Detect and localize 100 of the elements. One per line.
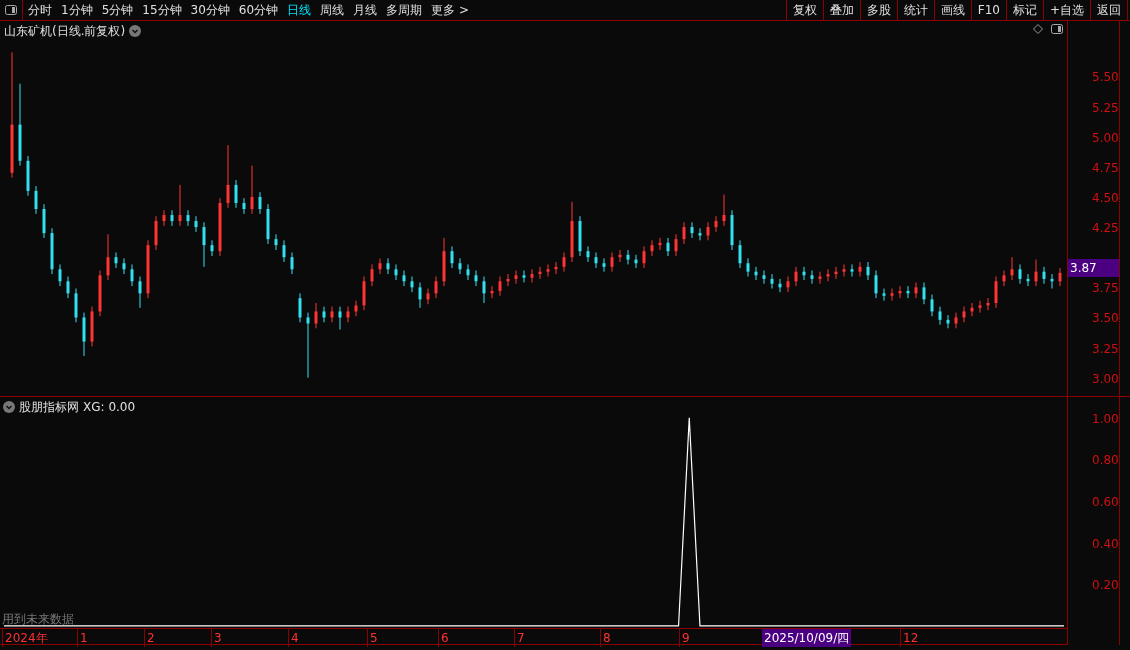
period-tab[interactable]: 1分钟 [61,1,93,19]
candlestick [522,269,526,284]
period-tab[interactable]: 多周期 [386,1,423,19]
candlestick [186,209,190,227]
candlestick [482,275,486,304]
period-tab[interactable]: 30分钟 [190,1,230,19]
candlestick [746,257,750,277]
indicator-axis-label: 1.00 [1092,410,1119,428]
candlestick [434,275,438,299]
candlestick [922,282,926,305]
toolbar-button[interactable]: 多股 [859,0,897,20]
panel-toggle-icon[interactable] [1051,24,1063,34]
candlestick [874,269,878,299]
candlestick [794,266,798,287]
candlestick [346,306,350,323]
period-tab[interactable]: 分时 [28,1,52,19]
price-axis-label: 3.50 [1092,310,1119,328]
toolbar-button[interactable]: 画线 [933,0,971,20]
toolbar-button[interactable]: 复权 [785,0,823,20]
candlestick [850,263,854,277]
indicator-axis-label: 0.60 [1092,494,1119,512]
candlestick [474,269,478,287]
candlestick [210,239,214,257]
dropdown-icon[interactable] [3,401,15,413]
candlestick [410,275,414,293]
date-axis-label: 6 [438,629,449,647]
period-tab[interactable]: 60分钟 [238,1,279,19]
toolbar-button[interactable]: F10 [970,0,1006,20]
candlestick [626,249,630,265]
candlestick [530,268,534,284]
candlestick [674,233,678,257]
candlestick [458,257,462,275]
price-axis-label: 5.50 [1092,69,1119,87]
date-axis-label: 2024年 [2,629,48,647]
toolbar-button[interactable]: 叠加 [822,0,860,20]
candlestick [1042,266,1046,285]
period-tab[interactable]: 月线 [353,1,378,19]
candlestick [314,302,318,329]
dropdown-icon[interactable] [129,25,142,37]
diamond-icon[interactable] [1033,24,1043,34]
candlestick [34,185,38,215]
candlestick [370,263,374,287]
candlestick [666,237,670,257]
candlestick [202,221,206,268]
candlestick [298,292,302,323]
date-axis-label: 5 [367,629,378,647]
candlestick [258,191,262,215]
candlestick [938,306,942,326]
period-tab[interactable]: 日线 [287,1,312,19]
date-axis-label: 8 [600,629,611,647]
indicator-axis-label: 0.80 [1092,452,1119,470]
candlestick [226,144,230,209]
date-axis-label: 2 [144,629,155,647]
candlestick [762,269,766,285]
candlestick [1034,259,1038,287]
date-axis-label: 3 [211,629,222,647]
candlestick [274,233,278,251]
candlestick [122,257,126,275]
candlestick [378,257,382,275]
candlestick [930,294,934,317]
candlestick [290,251,294,275]
candlestick [426,288,430,305]
indicator-title: 股朋指标网 [19,399,79,416]
candlestick [106,233,110,281]
date-axis-label: 12 [900,629,919,647]
candlestick [1010,256,1014,281]
date-axis-label: 1 [77,629,88,647]
toolbar-button[interactable]: 标记 [1005,0,1043,20]
candlestick [354,300,358,317]
price-axis-label: 4.25 [1092,220,1119,238]
toolbar-button[interactable]: 返回 [1090,0,1127,20]
date-axis-label: 2025/10/09/四 [762,629,852,647]
toolbar-button[interactable]: 统计 [896,0,934,20]
period-tab[interactable]: 更多 > [431,1,469,19]
period-tab[interactable]: 5分钟 [101,1,134,19]
toolbar-button[interactable]: +自选 [1042,0,1090,20]
candlestick [66,275,70,299]
candlestick [882,288,886,302]
period-tab[interactable]: 15分钟 [142,1,182,19]
candlestick [994,275,998,309]
series-reading: : 0.00 [100,399,136,416]
candlestick [1058,267,1062,287]
candlestick [642,245,646,269]
candlestick [978,300,982,314]
candlestick [690,221,694,239]
candlestick [178,184,182,227]
candlestick [562,251,566,273]
candlestick [698,227,702,241]
candlestick [498,275,502,297]
candlestick [58,263,62,287]
panel-toggle-icon[interactable] [5,5,17,15]
period-tab[interactable]: 周线 [320,1,345,19]
candlestick [130,263,134,287]
price-axis-label: 5.00 [1092,129,1119,147]
candlestick [770,273,774,290]
candlestick [914,282,918,299]
indicator-axis-label: 0.40 [1092,535,1119,553]
candlestick [338,306,342,331]
candlestick [954,312,958,329]
candlestick [610,251,614,273]
